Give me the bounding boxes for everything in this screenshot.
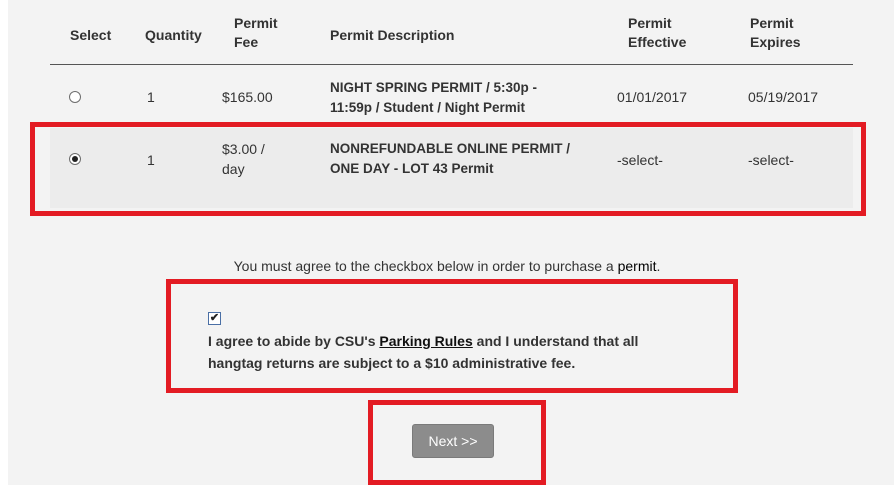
header-quantity: Quantity xyxy=(145,27,202,43)
header-expires-line1: Permit xyxy=(750,15,794,31)
row1-quantity: 1 xyxy=(147,89,155,105)
header-divider xyxy=(50,64,853,65)
header-fee-line2: Fee xyxy=(234,34,259,50)
checkbox-highlight-box xyxy=(166,279,738,393)
header-expires: Permit Expires xyxy=(750,14,801,52)
row1-radio[interactable] xyxy=(69,91,81,103)
notice-text-before: You must agree to the checkbox below in … xyxy=(233,258,618,274)
header-fee: Permit Fee xyxy=(234,14,278,52)
row1-description-line1: NIGHT SPRING PERMIT / 5:30p - xyxy=(330,80,538,95)
row1-description: NIGHT SPRING PERMIT / 5:30p - 11:59p / S… xyxy=(330,78,537,118)
row1-effective: 01/01/2017 xyxy=(617,89,688,105)
row-highlight-box xyxy=(30,122,866,216)
notice-highlight: permit xyxy=(617,258,657,274)
header-effective-line2: Effective xyxy=(628,34,687,50)
header-effective-line1: Permit xyxy=(628,15,672,31)
row1-expires: 05/19/2017 xyxy=(748,89,819,105)
header-fee-line1: Permit xyxy=(234,15,278,31)
row1-fee: $165.00 xyxy=(222,89,273,105)
header-select: Select xyxy=(70,27,112,43)
row1-description-line2: 11:59p / Student / Night Permit xyxy=(330,100,526,115)
header-description: Permit Description xyxy=(330,27,455,43)
header-effective: Permit Effective xyxy=(628,14,686,52)
header-expires-line2: Expires xyxy=(750,34,801,50)
notice-text-after: . xyxy=(656,258,661,274)
agreement-notice: You must agree to the checkbox below in … xyxy=(0,258,894,274)
button-highlight-box xyxy=(368,400,546,485)
